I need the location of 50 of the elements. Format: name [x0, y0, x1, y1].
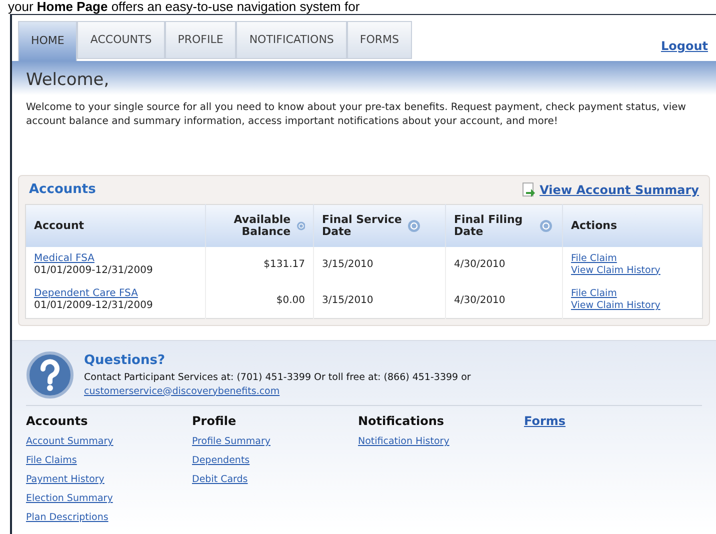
action-link[interactable]: View Claim History — [571, 300, 660, 312]
footer-heading: Accounts — [26, 413, 88, 430]
caption-text: your Home Page offers an easy-to-use navigation system for — [7, 0, 361, 14]
balance-amount: $131.17 — [264, 259, 305, 270]
footer-link[interactable]: Debit Cards — [192, 470, 248, 489]
view-account-summary-link[interactable]: View Account Summary — [540, 181, 699, 199]
tab[interactable]: FORMS — [346, 21, 412, 59]
tab[interactable]: ACCOUNTS — [77, 21, 165, 59]
footer-heading: Profile — [192, 413, 236, 430]
column-header: Final Service Date — [322, 214, 402, 238]
tab[interactable]: HOME — [18, 21, 78, 61]
account-link[interactable]: Medical FSA — [34, 252, 197, 264]
column-header: Account — [34, 220, 84, 232]
account-period: 01/01/2009-12/31/2009 — [34, 300, 154, 312]
help-icon[interactable] — [408, 220, 420, 232]
action-link[interactable]: View Claim History — [571, 264, 660, 276]
email-link[interactable]: customerservice@discoverybenefits.com — [84, 384, 471, 398]
column-header: Final Filing Date — [454, 214, 524, 238]
footer-link[interactable]: Payment History — [26, 470, 104, 489]
account-period: 01/01/2009-12/31/2009 — [34, 264, 154, 276]
service-date: 3/15/2010 — [322, 259, 374, 270]
question-mark-icon — [26, 351, 74, 399]
footer-heading: Notifications — [358, 413, 444, 430]
column-header: Actions — [571, 220, 617, 232]
footer-link[interactable]: Plan Descriptions — [26, 508, 108, 527]
account-link[interactable]: Dependent Care FSA — [34, 288, 197, 300]
contact-text: Contact Participant Services at: (701) 451-3399 Or toll free at: (866) 451-3399 or — [84, 370, 471, 384]
welcome-text: Welcome to your single source for all you need to know about your pre-tax benefits. Request payment, check payment status, view account balance and summary information, access important notifications about your account, and more! — [25, 101, 687, 129]
footer-link[interactable]: Dependents — [192, 451, 250, 470]
questions-heading: Questions? — [84, 352, 166, 370]
footer-heading-link[interactable]: Forms — [524, 412, 566, 430]
footer-link[interactable]: File Claims — [26, 451, 77, 470]
service-date: 3/15/2010 — [322, 294, 374, 306]
footer-link[interactable]: Notification History — [358, 432, 450, 451]
help-icon[interactable] — [296, 220, 305, 232]
welcome-heading: Welcome, — [26, 68, 110, 92]
help-icon[interactable] — [540, 220, 552, 232]
filing-date: 4/30/2010 — [454, 294, 506, 306]
logout-link[interactable]: Logout — [660, 37, 708, 55]
column-header: Available Balance — [232, 214, 291, 238]
action-link[interactable]: File Claim — [571, 252, 617, 264]
tab[interactable]: NOTIFICATIONS — [236, 21, 347, 59]
footer-link[interactable]: Profile Summary — [192, 432, 270, 451]
balance-amount: $0.00 — [276, 294, 305, 306]
footer-link[interactable]: Election Summary — [26, 489, 113, 508]
tab[interactable]: PROFILE — [164, 21, 236, 59]
footer-link[interactable]: Account Summary — [26, 432, 114, 451]
filing-date: 4/30/2010 — [454, 259, 506, 270]
action-link[interactable]: File Claim — [571, 288, 617, 300]
accounts-heading: Accounts — [29, 181, 96, 200]
